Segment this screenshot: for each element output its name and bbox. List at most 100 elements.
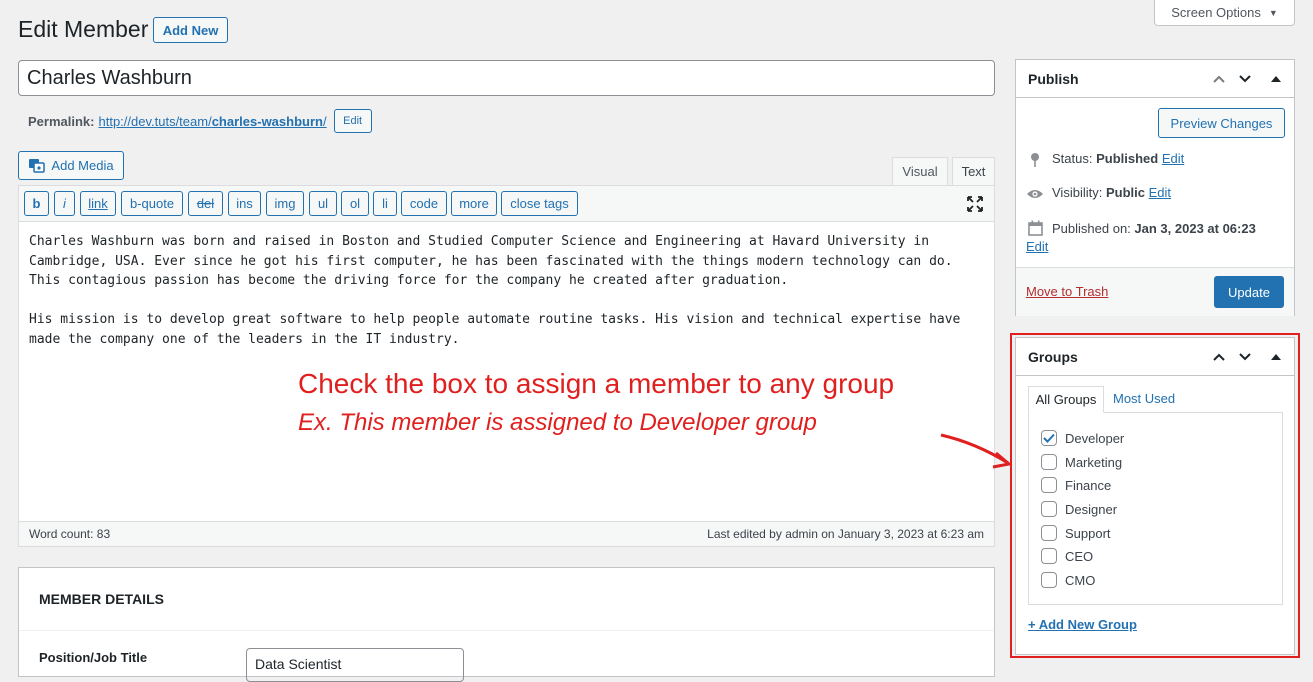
status-value: Published (1096, 151, 1159, 166)
published-value: Jan 3, 2023 at 06:23 (1134, 221, 1256, 236)
group-item-developer[interactable]: Developer (1041, 430, 1124, 446)
group-label: Support (1065, 525, 1111, 541)
quicktag-link[interactable]: link (80, 191, 116, 216)
move-down-icon[interactable] (1236, 348, 1254, 366)
quicktag-li[interactable]: li (373, 191, 397, 216)
move-up-icon[interactable] (1210, 348, 1228, 366)
add-media-button[interactable]: Add Media (18, 151, 124, 180)
group-label: CMO (1065, 572, 1096, 588)
status-label: Status: (1052, 151, 1093, 166)
fullscreen-icon[interactable] (966, 195, 984, 213)
quicktag-close-tags[interactable]: close tags (501, 191, 578, 216)
published-label: Published on: (1052, 221, 1131, 236)
annotation-example: Ex. This member is assigned to Developer… (298, 409, 817, 436)
divider (19, 630, 994, 631)
permalink-trailing: / (322, 113, 327, 129)
permalink-slug: charles-washburn (211, 113, 323, 129)
group-label: Designer (1065, 501, 1118, 517)
checkbox[interactable] (1041, 525, 1057, 541)
checkbox[interactable] (1041, 501, 1057, 517)
checkbox[interactable] (1041, 477, 1057, 493)
quicktag-ins[interactable]: ins (228, 191, 261, 216)
group-label: CEO (1065, 548, 1094, 564)
eye-icon (1026, 185, 1044, 203)
tab-all-groups[interactable]: All Groups (1028, 386, 1104, 413)
permalink-label: Permalink: (28, 113, 95, 129)
caret-down-icon: ▼ (1268, 7, 1278, 18)
group-item-designer[interactable]: Designer (1041, 501, 1117, 517)
published-edit-link[interactable]: Edit (1026, 239, 1048, 254)
quicktag-blockquote[interactable]: b-quote (121, 191, 183, 216)
group-item-cmo[interactable]: CMO (1041, 572, 1095, 588)
visibility-label: Visibility: (1052, 185, 1103, 200)
quicktag-ul[interactable]: ul (309, 191, 337, 216)
quicktag-del[interactable]: del (188, 191, 223, 216)
preview-changes-button[interactable]: Preview Changes (1158, 108, 1285, 138)
checkmark-icon (1043, 433, 1055, 443)
checkbox[interactable] (1041, 454, 1057, 470)
editor: b i link b-quote del ins img ul ol li co… (18, 185, 995, 547)
quicktags-toolbar: b i link b-quote del ins img ul ol li co… (19, 186, 994, 222)
quicktag-bold[interactable]: b (24, 191, 49, 216)
publish-box: Publish Preview Changes Status: Publishe… (1015, 59, 1295, 316)
visibility-value: Public (1105, 185, 1145, 200)
page-title: Edit Member (18, 16, 149, 42)
pin-icon (1026, 151, 1044, 169)
tab-most-used[interactable]: Most Used (1113, 391, 1175, 406)
status-edit-link[interactable]: Edit (1162, 151, 1184, 166)
add-new-button[interactable]: Add New (153, 17, 228, 43)
group-item-support[interactable]: Support (1041, 525, 1111, 541)
permalink-row: Permalink: http://dev.tuts/team/charles-… (28, 109, 372, 133)
annotation-arrow-icon (940, 433, 1013, 469)
permalink-edit-button[interactable]: Edit (333, 109, 372, 133)
status-row: Status: Published Edit (1026, 151, 1184, 169)
visibility-edit-link[interactable]: Edit (1149, 185, 1171, 200)
visibility-row: Visibility: Public Edit (1026, 185, 1171, 203)
publish-actions: Move to Trash Update (1016, 267, 1294, 316)
groups-box: Groups All Groups Most Used Developer Ma… (1015, 337, 1295, 655)
checkbox[interactable] (1041, 572, 1057, 588)
member-details-title: MEMBER DETAILS (39, 591, 164, 607)
publish-title: Publish (1028, 71, 1079, 87)
member-details-box: MEMBER DETAILS Position/Job Title Data S… (18, 567, 995, 682)
quicktag-italic[interactable]: i (54, 191, 75, 216)
position-label: Position/Job Title (39, 650, 148, 665)
title-input[interactable]: Charles Washburn (18, 60, 995, 96)
quicktag-ol[interactable]: ol (341, 191, 369, 216)
published-on-row: Published on: Jan 3, 2023 at 06:23 (1026, 219, 1291, 239)
annotation-instruction: Check the box to assign a member to any … (298, 368, 895, 399)
last-edited: Last edited by admin on January 3, 2023 … (707, 527, 984, 541)
group-item-marketing[interactable]: Marketing (1041, 454, 1122, 470)
word-count: Word count: 83 (29, 527, 111, 541)
groups-title: Groups (1028, 349, 1078, 365)
permalink-link[interactable]: http://dev.tuts/team/charles-washburn/ (98, 114, 326, 129)
content-textarea[interactable]: Charles Washburn was born and raised in … (29, 232, 979, 349)
move-to-trash-link[interactable]: Move to Trash (1026, 284, 1108, 299)
groups-checklist: Developer Marketing Finance Designer Sup… (1028, 412, 1283, 605)
editor-status-bar: Word count: 83 Last edited by admin on J… (19, 521, 994, 546)
calendar-icon (1026, 219, 1044, 237)
group-label: Marketing (1065, 454, 1123, 470)
add-new-group-link[interactable]: + Add New Group (1028, 617, 1137, 632)
checkbox-checked[interactable] (1041, 430, 1057, 446)
quicktag-img[interactable]: img (266, 191, 304, 216)
toggle-panel-icon[interactable] (1267, 70, 1285, 88)
update-button[interactable]: Update (1214, 276, 1284, 308)
tab-visual[interactable]: Visual (892, 157, 948, 185)
move-up-icon[interactable] (1210, 70, 1228, 88)
group-label: Developer (1065, 430, 1125, 446)
tab-text[interactable]: Text (952, 157, 995, 185)
toggle-panel-icon[interactable] (1267, 348, 1285, 366)
quicktag-more[interactable]: more (451, 191, 497, 216)
group-item-ceo[interactable]: CEO (1041, 548, 1093, 564)
quicktag-code[interactable]: code (401, 191, 447, 216)
position-input[interactable]: Data Scientist (246, 648, 464, 682)
screen-options-button[interactable]: Screen Options ▼ (1154, 0, 1295, 26)
permalink-base: http://dev.tuts/team/ (98, 113, 212, 129)
media-icon (29, 159, 46, 173)
groups-header: Groups (1016, 338, 1294, 376)
checkbox[interactable] (1041, 548, 1057, 564)
group-item-finance[interactable]: Finance (1041, 477, 1111, 493)
add-media-label: Add Media (51, 158, 114, 173)
move-down-icon[interactable] (1236, 70, 1254, 88)
